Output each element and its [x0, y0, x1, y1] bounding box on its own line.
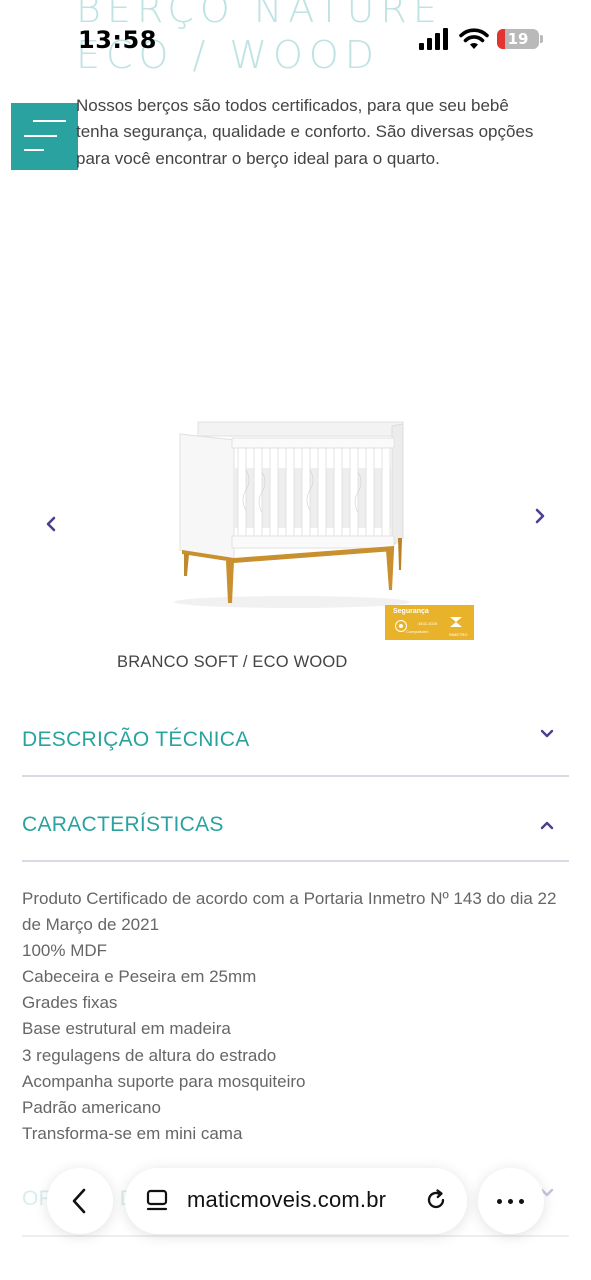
intro-text: Nossos berços são todos certificados, pa…	[76, 96, 534, 168]
crib-product-image[interactable]	[160, 410, 422, 610]
accordion-label: CARACTERÍSTICAS	[22, 813, 224, 836]
feature-item: Produto Certificado de acordo com a Port…	[22, 889, 557, 935]
feature-item: Grades fixas	[22, 993, 118, 1013]
menu-button[interactable]	[11, 103, 78, 170]
chevron-right-icon[interactable]	[529, 505, 551, 527]
badge-org: INMETRO	[449, 632, 468, 637]
variant-name: BRANCO SOFT / ECO WOOD	[117, 653, 348, 671]
badge-code: 3402-3025	[418, 621, 438, 626]
browser-more-button[interactable]	[478, 1168, 544, 1234]
reload-icon[interactable]	[424, 1188, 448, 1212]
hamburger-menu-line	[24, 149, 44, 151]
more-dots-icon	[497, 1199, 502, 1204]
feature-item: Padrão americano	[22, 1097, 161, 1117]
page-title: BERÇO NATURE ECO / WOOD	[76, 0, 443, 77]
chevron-left-icon[interactable]	[40, 513, 62, 535]
feature-item: Cabeceira e Peseira em 25mm	[22, 967, 257, 987]
inmetro-safety-badge: Segurança 3402-3025 Compulsório INMETRO	[385, 605, 474, 640]
chevron-up-icon	[540, 821, 554, 830]
features-list: Produto Certificado de acordo com a Port…	[22, 886, 569, 1147]
feature-item: Transforma-se em mini cama	[22, 1123, 243, 1143]
accordion-caracteristicas[interactable]: CARACTERÍSTICAS	[22, 792, 569, 862]
accordion-descricao-tecnica[interactable]: DESCRIÇÃO TÉCNICA	[22, 707, 569, 777]
tabs-icon[interactable]	[145, 1188, 169, 1214]
chevron-down-icon	[540, 729, 554, 738]
feature-item: Acompanha suporte para mosquiteiro	[22, 1071, 306, 1091]
feature-item: 100% MDF	[22, 941, 108, 961]
badge-title: Segurança	[393, 608, 429, 615]
hamburger-menu-icon	[33, 120, 66, 122]
feature-item: 3 regulagens de altura do estrado	[22, 1045, 277, 1065]
address-bar[interactable]: maticmoveis.com.br	[125, 1168, 467, 1234]
url-text[interactable]: maticmoveis.com.br	[187, 1187, 386, 1213]
hamburger-menu-line	[24, 135, 57, 137]
more-dot	[508, 1199, 513, 1204]
feature-item: Base estrutural em madeira	[22, 1019, 231, 1039]
more-dot	[519, 1199, 524, 1204]
badge-subtitle: Compulsório	[406, 629, 429, 634]
back-arrow-icon	[72, 1188, 86, 1214]
inmetro-logo-icon	[450, 617, 462, 627]
browser-back-button[interactable]	[47, 1168, 113, 1234]
accordion-label: DESCRIÇÃO TÉCNICA	[22, 728, 250, 751]
